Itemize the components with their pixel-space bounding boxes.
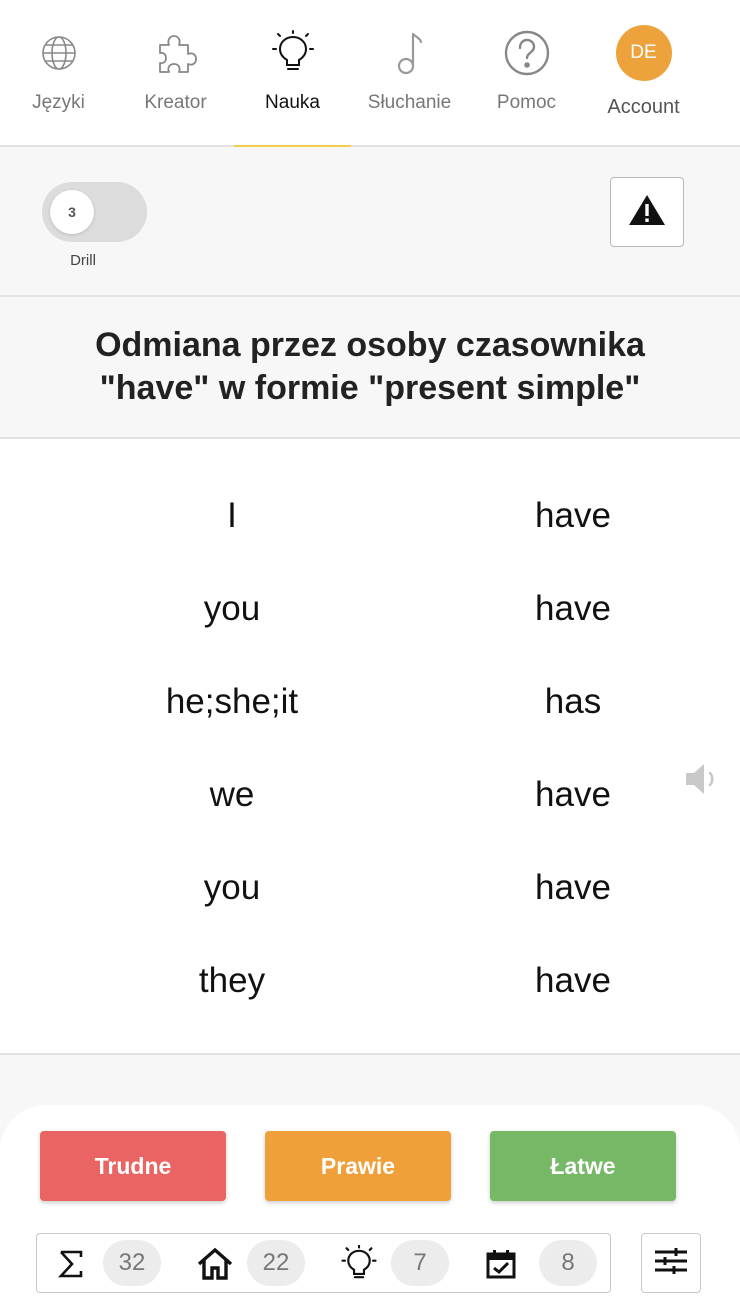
easy-button[interactable]: Łatwe [490, 1131, 676, 1201]
nav-label: Account [607, 96, 680, 118]
toolbar: 3 Drill [0, 147, 740, 297]
home-count-badge: 22 [247, 1240, 305, 1286]
lightbulb-icon [268, 28, 318, 78]
bottom-panel: Trudne Prawie Łatwe 32 22 7 8 [0, 1105, 740, 1316]
music-note-icon [385, 28, 435, 78]
table-row: they have [0, 934, 740, 1027]
lightbulb-icon [339, 1244, 379, 1284]
stats-bar: 32 22 7 8 [36, 1233, 611, 1293]
sigma-icon [51, 1244, 91, 1284]
nav-label: Pomoc [496, 92, 557, 113]
nav-item-learning[interactable]: Nauka [234, 0, 351, 149]
nav-item-creator[interactable]: Kreator [117, 0, 234, 147]
report-button[interactable] [610, 177, 684, 247]
nav-item-account[interactable]: DE Account [585, 0, 702, 147]
nav-item-languages[interactable]: Języki [0, 0, 117, 147]
drill-label: Drill [70, 252, 96, 269]
puzzle-icon [151, 28, 201, 78]
nav-label: Kreator [144, 92, 207, 113]
calendar-check-icon [481, 1244, 521, 1284]
nav-item-listening[interactable]: Słuchanie [351, 0, 468, 147]
card-title: Odmiana przez osoby czasownika "have" w … [95, 326, 645, 407]
pronoun-cell: he;she;it [165, 681, 299, 721]
speaker-icon[interactable] [682, 759, 722, 799]
table-row: you have [0, 562, 740, 655]
hard-button[interactable]: Trudne [40, 1131, 226, 1201]
top-navigation: Języki Kreator Nauka Słuchanie Pomoc DE … [0, 0, 740, 149]
nav-label: Nauka [265, 92, 320, 113]
table-row: you have [0, 841, 740, 934]
table-row: I have [0, 469, 740, 562]
drill-count: 3 [50, 190, 94, 234]
home-icon [195, 1244, 235, 1284]
table-row: he;she;it has [0, 655, 740, 748]
pronoun-cell: you [203, 867, 261, 907]
nav-label: Języki [32, 92, 85, 113]
pronoun-cell: I [227, 495, 237, 535]
verb-cell: have [535, 774, 611, 814]
verb-cell: has [544, 681, 602, 721]
almost-button[interactable]: Prawie [265, 1131, 451, 1201]
settings-button[interactable] [641, 1233, 701, 1293]
nav-item-help[interactable]: Pomoc [468, 0, 585, 147]
drill-toggle[interactable]: 3 [42, 182, 147, 242]
pronoun-cell: they [198, 960, 266, 1000]
help-icon [502, 28, 552, 78]
verb-cell: have [535, 960, 611, 1000]
warning-icon [627, 193, 667, 232]
verb-cell: have [535, 588, 611, 628]
verb-cell: have [535, 867, 611, 907]
conjugation-table: I have you have he;she;it has we have yo… [0, 439, 740, 1055]
learning-count-badge: 7 [391, 1240, 449, 1286]
sliders-icon [654, 1247, 688, 1279]
total-count-badge: 32 [103, 1240, 161, 1286]
avatar: DE [615, 25, 672, 81]
scheduled-count-badge: 8 [539, 1240, 597, 1286]
nav-label: Słuchanie [367, 92, 452, 113]
table-row: we have [0, 748, 740, 841]
pronoun-cell: you [203, 588, 261, 628]
card-title-area: Odmiana przez osoby czasownika "have" w … [0, 297, 740, 439]
verb-cell: have [535, 495, 611, 535]
globe-icon [34, 28, 84, 78]
pronoun-cell: we [209, 774, 255, 814]
